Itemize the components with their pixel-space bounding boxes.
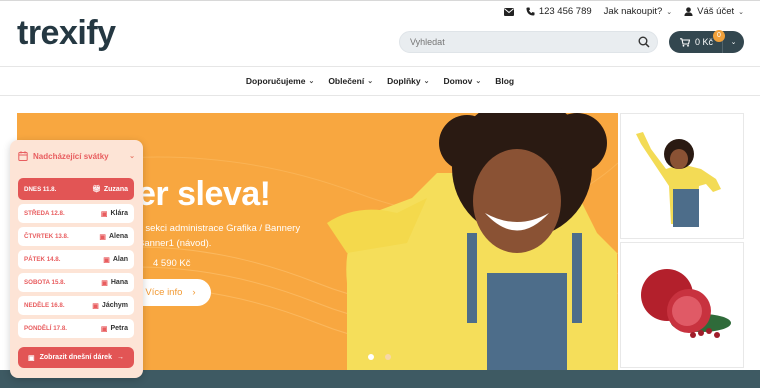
search-icon[interactable]: [638, 36, 650, 48]
phone-icon: [526, 7, 535, 16]
how-to-buy-label: Jak nakoupit?: [603, 6, 663, 17]
nav-item-label: Oblečení: [328, 76, 365, 86]
holiday-name: Jáchym: [101, 302, 128, 309]
gift-icon: ▣: [100, 210, 108, 218]
holiday-day: ČTVRTEK 13.8.: [24, 233, 69, 240]
nav-item-label: Blog: [495, 76, 515, 86]
holiday-name-wrap: ▣ Hana: [101, 279, 128, 287]
email-link[interactable]: [503, 7, 514, 16]
top-border: [0, 0, 760, 1]
hero-woman-image: [327, 113, 618, 370]
show-gift-label: Zobrazit dnešní dárek: [39, 354, 112, 361]
top-bar: 123 456 789 Jak nakoupit? ⌄ Váš účet ⌄: [503, 6, 744, 17]
holiday-day: PÁTEK 14.8.: [24, 256, 61, 263]
chevron-down-icon[interactable]: ⌄: [129, 152, 135, 160]
holiday-name-wrap: ▣ Petra: [101, 325, 128, 333]
chevron-down-icon: ⌄: [367, 78, 374, 85]
gift-icon: ▣: [28, 354, 35, 362]
more-info-label: Více info: [145, 287, 183, 298]
gift-icon: ▣: [100, 325, 108, 333]
hero-title: er sleva!: [137, 175, 271, 213]
side-banner-pomegranate[interactable]: [620, 242, 744, 368]
nav-item-doporucujeme[interactable]: Doporučujeme ⌄: [246, 76, 314, 86]
gift-icon: ▣: [103, 256, 110, 264]
hero-price: 4 590 Kč: [153, 258, 191, 269]
nav-item-blog[interactable]: Blog: [495, 76, 514, 86]
gift-icon: 🎁︎: [91, 186, 101, 193]
search-bar: [399, 31, 658, 53]
main-navigation: Doporučujeme ⌄ Oblečení ⌄ Doplňky ⌄ Domov ⌄ …: [0, 66, 760, 96]
holiday-name: Alena: [108, 233, 128, 240]
envelope-icon: [503, 7, 514, 16]
gift-icon: ▣: [99, 233, 106, 241]
user-icon: [684, 7, 693, 16]
nav-item-label: Domov: [443, 76, 473, 86]
chevron-down-icon: ⌄: [738, 8, 744, 16]
holiday-name: Zuzana: [103, 185, 128, 193]
cart-total: 0 Kč: [695, 37, 714, 47]
nav-item-domov[interactable]: Domov ⌄: [444, 76, 482, 86]
holiday-name-wrap: 🎁︎ Zuzana: [91, 185, 128, 194]
holiday-row[interactable]: SOBOTA 15.8. ▣ Hana: [18, 273, 134, 292]
gift-icon: ▣: [92, 302, 99, 310]
holiday-row[interactable]: NEDĚLE 16.8. ▣ Jáchym: [18, 296, 134, 315]
slider-dot-1[interactable]: [368, 354, 374, 360]
slider-dot-2[interactable]: [385, 354, 391, 360]
chevron-right-icon: ›: [192, 287, 196, 298]
chevron-down-icon: ⌄: [475, 78, 482, 85]
cart-dropdown-toggle[interactable]: ⌄: [723, 38, 744, 46]
holiday-day: DNES 11.8.: [24, 185, 57, 193]
holiday-name: Hana: [110, 279, 128, 286]
cart-icon: [680, 37, 690, 47]
holiday-row[interactable]: ČTVRTEK 13.8. ▣ Alena: [18, 227, 134, 246]
holiday-day: SOBOTA 15.8.: [24, 279, 66, 286]
arrow-right-icon: →: [116, 354, 124, 361]
gift-icon: ▣: [101, 279, 108, 287]
cart-count-badge: 0: [713, 30, 725, 42]
holiday-name-wrap: ▣ Alena: [99, 233, 128, 241]
calendar-icon: [18, 151, 28, 161]
hero-text-line: v sekci administrace Grafika / Bannery: [138, 223, 301, 234]
holiday-day: STŘEDA 12.8.: [24, 210, 65, 217]
holiday-name: Klára: [110, 210, 128, 217]
holiday-name-wrap: ▣ Alan: [103, 256, 128, 264]
holiday-name-wrap: ▣ Jáchym: [92, 302, 128, 310]
hero-text-line: Banner1 (návod).: [138, 238, 212, 249]
dancing-woman-image: [636, 132, 721, 227]
show-gift-button[interactable]: ▣ Zobrazit dnešní dárek →: [18, 347, 134, 368]
holiday-name: Petra: [110, 325, 128, 332]
search-input[interactable]: [400, 32, 630, 52]
side-banner-dancing-woman[interactable]: [620, 113, 744, 239]
account-menu[interactable]: Váš účet ⌄: [684, 6, 744, 17]
chevron-down-icon: ⌄: [423, 78, 430, 85]
hero-description: v sekci administrace Grafika / Bannery B…: [138, 221, 338, 251]
chevron-down-icon: ⌄: [308, 78, 315, 85]
phone-link[interactable]: 123 456 789: [526, 6, 592, 17]
holiday-day: PONDĚLÍ 17.8.: [24, 325, 67, 332]
holiday-day: NEDĚLE 16.8.: [24, 302, 65, 309]
site-logo[interactable]: trexify: [17, 14, 116, 53]
nav-item-doplnky[interactable]: Doplňky ⌄: [387, 76, 429, 86]
how-to-buy-menu[interactable]: Jak nakoupit? ⌄: [604, 6, 673, 17]
nav-item-label: Doplňky: [387, 76, 421, 86]
holiday-row[interactable]: PÁTEK 14.8. ▣ Alan: [18, 250, 134, 269]
holiday-name: Alan: [112, 256, 128, 263]
chevron-down-icon: ⌄: [730, 39, 737, 46]
phone-number: 123 456 789: [538, 6, 592, 17]
pomegranate-image: [641, 269, 731, 338]
holiday-name-wrap: ▣ Klára: [101, 210, 128, 218]
holiday-row-today[interactable]: DNES 11.8. 🎁︎ Zuzana: [18, 178, 134, 200]
chevron-down-icon: ⌄: [666, 8, 673, 16]
holiday-row[interactable]: PONDĚLÍ 17.8. ▣ Petra: [18, 319, 134, 338]
holidays-panel: Nadcházející svátky ⌄ DNES 11.8. 🎁︎ Zuzan…: [10, 140, 143, 378]
holidays-header[interactable]: Nadcházející svátky ⌄: [18, 151, 135, 161]
holidays-title: Nadcházející svátky: [33, 151, 109, 161]
cart-button[interactable]: 0 Kč ⌄: [669, 31, 744, 53]
account-label: Váš účet: [697, 6, 735, 17]
nav-item-obleceni[interactable]: Oblečení ⌄: [328, 76, 373, 86]
nav-item-label: Doporučujeme: [245, 76, 306, 86]
holiday-row[interactable]: STŘEDA 12.8. ▣ Klára: [18, 204, 134, 223]
